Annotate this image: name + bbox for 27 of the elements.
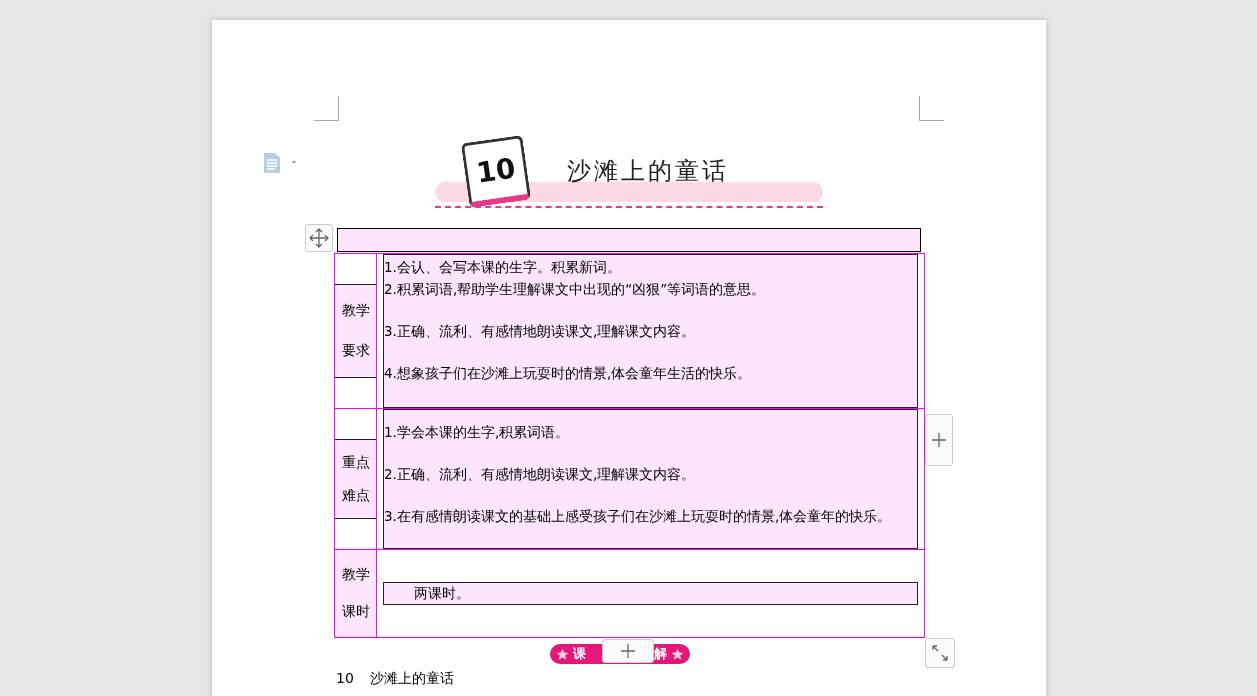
content-text: 3.在有感情朗读课文的基础上感受孩子们在沙滩上玩耍时的情景,体会童年的快乐。	[384, 507, 893, 526]
corner-mark	[314, 96, 339, 121]
empty-cell	[335, 409, 376, 439]
empty-cell	[335, 254, 376, 284]
add-row-button[interactable]	[602, 639, 654, 663]
move-handle-icon[interactable]	[305, 224, 333, 252]
empty-cell	[335, 519, 376, 549]
lesson-heading: 沙滩上的童话	[369, 670, 454, 688]
lesson-number: 10	[336, 670, 354, 688]
plus-icon	[621, 644, 635, 658]
content-text: 2.正确、流利、有感情地朗读课文,理解课文内容。	[384, 465, 697, 484]
content-text: 2.积累词语,帮助学生理解课文中出现的“凶狠”等词语的意思。	[384, 280, 767, 299]
empty-cell	[335, 378, 376, 408]
content-text: 两课时。	[414, 584, 471, 603]
content-text: 3.正确、流利、有感情地朗读课文,理解课文内容。	[384, 322, 697, 341]
content-text: 1.学会本课的生字,积累词语。	[384, 423, 571, 442]
row-label: 教学 课时	[340, 564, 371, 622]
lesson-title: 沙滩上的童话	[567, 156, 729, 187]
corner-mark	[919, 96, 944, 121]
content-text: 4.想象孩子们在沙滩上玩耍时的情景,体会童年生活的快乐。	[384, 364, 753, 383]
add-column-button[interactable]	[925, 414, 953, 466]
content-text: 1.会认、会写本课的生字。积累新词。	[384, 258, 622, 277]
plus-icon	[932, 433, 946, 447]
star-icon	[671, 647, 684, 661]
calendar-drawing: 10	[460, 134, 532, 208]
resize-handle-icon[interactable]	[925, 638, 955, 668]
star-icon	[556, 647, 569, 661]
